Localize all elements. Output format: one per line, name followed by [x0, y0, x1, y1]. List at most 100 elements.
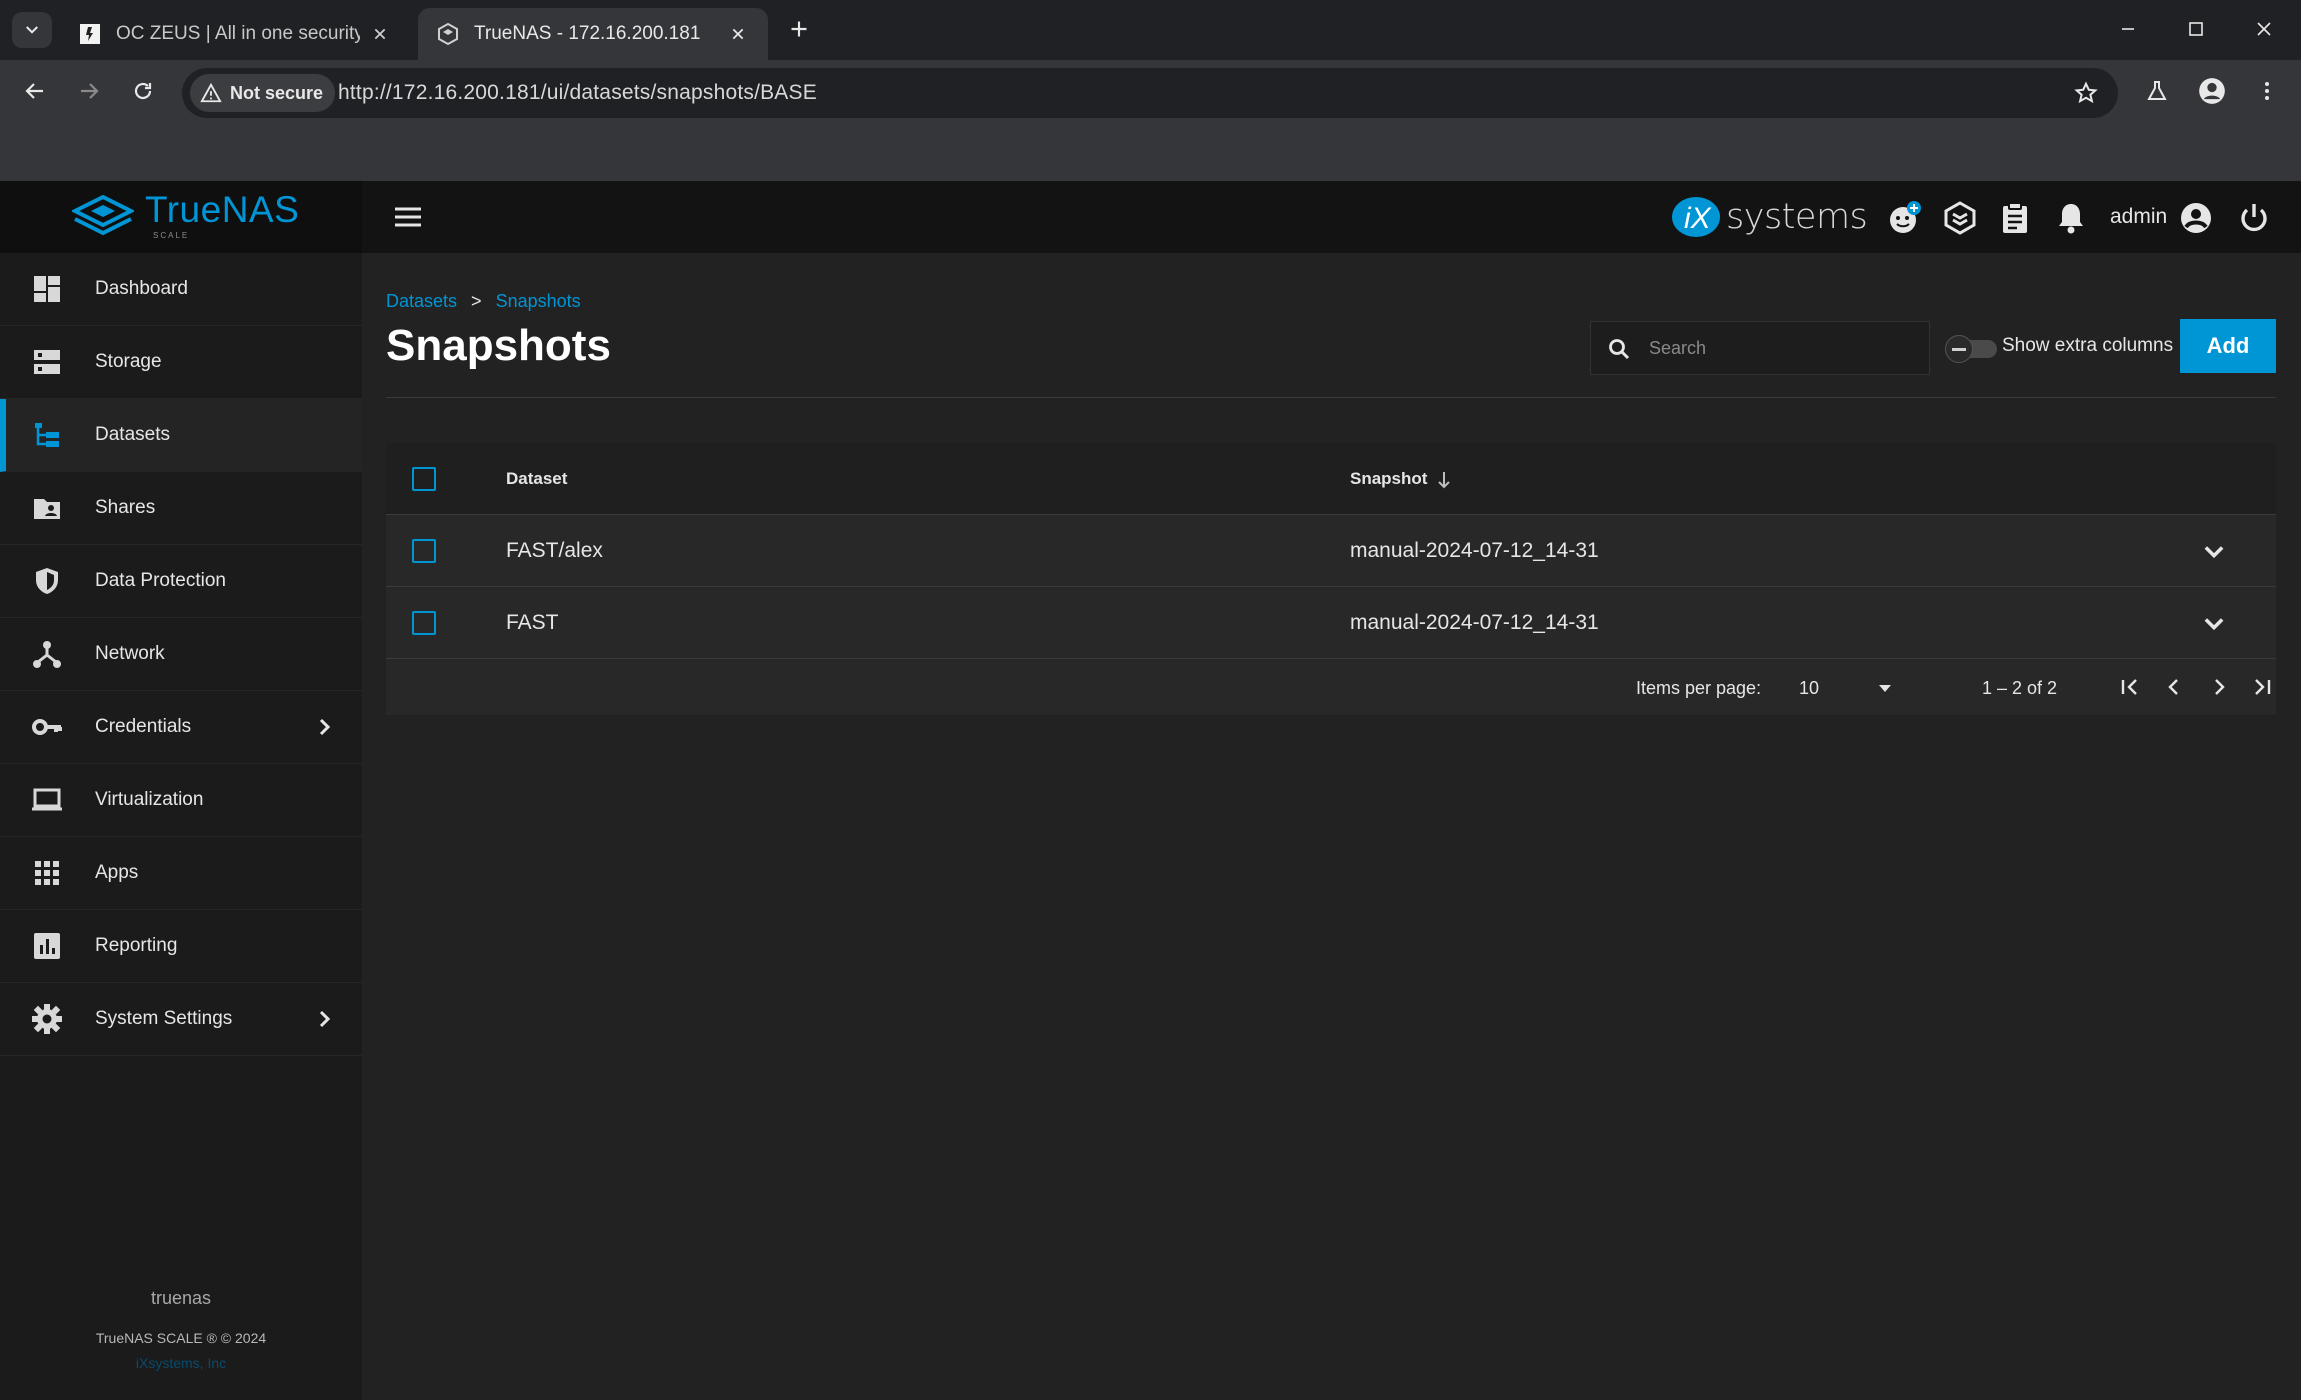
sidebar-item-shares[interactable]: Shares	[0, 472, 362, 545]
sidebar-item-dashboard[interactable]: Dashboard	[0, 253, 362, 326]
table-row[interactable]: FAST/alex manual-2024-07-12_14-31	[386, 515, 2276, 587]
ixsystems-logo[interactable]: iX systems	[1670, 193, 1868, 241]
browser-tab-truenas[interactable]: TrueNAS - 172.16.200.181	[418, 8, 768, 60]
minimize-button[interactable]	[2110, 14, 2146, 44]
feedback-button[interactable]	[1886, 199, 1924, 237]
browser-menu-button[interactable]	[2250, 74, 2284, 108]
menu-toggle-button[interactable]	[392, 201, 424, 233]
svg-text:iX: iX	[1684, 202, 1712, 235]
maximize-button[interactable]	[2178, 14, 2214, 44]
chevron-down-icon	[26, 26, 38, 34]
chevron-down-icon[interactable]	[2200, 609, 2228, 637]
snapshots-table: Dataset Snapshot FAST/alex manual-2024-0…	[386, 443, 2276, 715]
search-input[interactable]	[1649, 332, 1919, 364]
company-link[interactable]: iXsystems, Inc	[0, 1355, 362, 1371]
profile-button[interactable]	[2195, 74, 2229, 108]
column-header-dataset[interactable]: Dataset	[506, 469, 567, 489]
back-button[interactable]	[18, 74, 52, 108]
security-label: Not secure	[230, 82, 324, 103]
close-icon[interactable]	[726, 22, 750, 46]
row-checkbox[interactable]	[412, 539, 436, 563]
jobs-button[interactable]	[1996, 199, 2034, 237]
sidebar-item-label: Virtualization	[95, 789, 204, 810]
forward-button[interactable]	[72, 74, 106, 108]
sidebar-item-storage[interactable]: Storage	[0, 326, 362, 399]
close-icon[interactable]	[368, 22, 392, 46]
sidebar-item-label: Data Protection	[95, 570, 226, 591]
sidebar-nav: Dashboard Storage Datasets Shares Data P…	[0, 253, 362, 1400]
sidebar-item-network[interactable]: Network	[0, 618, 362, 691]
zeus-favicon	[80, 24, 100, 44]
notifications-button[interactable]	[2052, 199, 2090, 237]
bookmark-star-icon[interactable]	[2074, 81, 2098, 105]
power-icon	[2241, 204, 2267, 232]
copyright-text: TrueNAS SCALE ® © 2024	[95, 1330, 267, 1346]
sidebar-item-system-settings[interactable]: System Settings	[0, 983, 362, 1056]
cell-snapshot: manual-2024-07-12_14-31	[1350, 539, 1599, 562]
breadcrumb-snapshots-link[interactable]: Snapshots	[496, 291, 581, 312]
sidebar-item-reporting[interactable]: Reporting	[0, 910, 362, 983]
chevron-right-icon	[2215, 679, 2225, 695]
last-page-icon	[2255, 679, 2271, 695]
reload-button[interactable]	[126, 74, 160, 108]
breadcrumb: Datasets > Snapshots	[386, 291, 581, 312]
add-snapshot-button[interactable]: Add	[2180, 319, 2276, 373]
chevron-right-icon	[319, 1010, 331, 1028]
select-all-checkbox[interactable]	[412, 467, 436, 491]
power-button[interactable]	[2235, 199, 2273, 237]
truecommand-icon	[1944, 201, 1976, 235]
username-label[interactable]: admin	[2110, 205, 2167, 229]
brand-area[interactable]: TrueNAS SCALE	[0, 181, 362, 253]
browser-chrome: OC ZEUS | All in one security sc TrueNAS…	[0, 0, 2301, 181]
url-text[interactable]: http://172.16.200.181/ui/datasets/snapsh…	[338, 81, 817, 105]
cell-dataset: FAST	[506, 611, 559, 634]
sidebar-item-label: Network	[95, 643, 165, 664]
address-bar[interactable]: Not secure http://172.16.200.181/ui/data…	[182, 68, 2118, 118]
labs-button[interactable]	[2140, 74, 2174, 108]
items-per-page-value: 10	[1799, 678, 1820, 698]
sort-descending-icon[interactable]	[1434, 469, 1454, 491]
row-checkbox[interactable]	[412, 611, 436, 635]
more-vert-icon	[2265, 82, 2269, 100]
sidebar-item-credentials[interactable]: Credentials	[0, 691, 362, 764]
shield-icon	[30, 564, 64, 598]
account-button[interactable]	[2177, 199, 2215, 237]
chevron-left-icon	[2168, 679, 2178, 695]
last-page-button[interactable]	[2246, 671, 2278, 703]
sidebar-item-virtualization[interactable]: Virtualization	[0, 764, 362, 837]
chevron-down-icon[interactable]	[2200, 537, 2228, 565]
sidebar-item-datasets[interactable]: Datasets	[0, 399, 362, 472]
previous-page-button[interactable]	[2158, 671, 2190, 703]
sidebar-item-label: Reporting	[95, 935, 178, 956]
items-per-page-label: Items per page:	[1636, 678, 1762, 698]
main-content: Datasets > Snapshots Snapshots Show extr…	[362, 253, 2301, 1400]
close-window-button[interactable]	[2246, 14, 2282, 44]
ixsystems-mark-icon: iX	[1672, 197, 1720, 237]
sidebar-item-data-protection[interactable]: Data Protection	[0, 545, 362, 618]
tab-search-button[interactable]	[12, 12, 52, 48]
browser-blank-strip	[0, 122, 2301, 181]
new-tab-button[interactable]	[784, 14, 814, 44]
extra-columns-label[interactable]: Show extra columns	[2002, 335, 2173, 357]
next-page-button[interactable]	[2203, 671, 2235, 703]
first-page-button[interactable]	[2114, 671, 2146, 703]
truecommand-button[interactable]	[1941, 199, 1979, 237]
flask-icon	[2147, 81, 2167, 100]
extra-columns-toggle[interactable]	[1945, 335, 1999, 363]
feedback-icon	[1890, 201, 1921, 233]
search-field[interactable]	[1590, 321, 1930, 375]
table-row[interactable]: FAST manual-2024-07-12_14-31	[386, 587, 2276, 659]
paginator: Items per page: 10 1 – 2 of 2	[386, 659, 2276, 715]
items-per-page-select[interactable]: 10	[1791, 671, 1901, 705]
browser-toolbar: Not secure http://172.16.200.181/ui/data…	[0, 60, 2301, 122]
breadcrumb-datasets-link[interactable]: Datasets	[386, 291, 457, 312]
arrow-left-icon	[25, 83, 43, 99]
browser-tab-oc-zeus[interactable]: OC ZEUS | All in one security sc	[60, 8, 410, 60]
laptop-icon	[30, 783, 64, 817]
security-chip[interactable]: Not secure	[190, 74, 336, 112]
minimize-icon	[2122, 28, 2134, 30]
sidebar-item-apps[interactable]: Apps	[0, 837, 362, 910]
tab-title: TrueNAS - 172.16.200.181	[474, 23, 701, 44]
column-header-snapshot[interactable]: Snapshot	[1350, 469, 1427, 489]
reload-icon	[134, 82, 152, 100]
